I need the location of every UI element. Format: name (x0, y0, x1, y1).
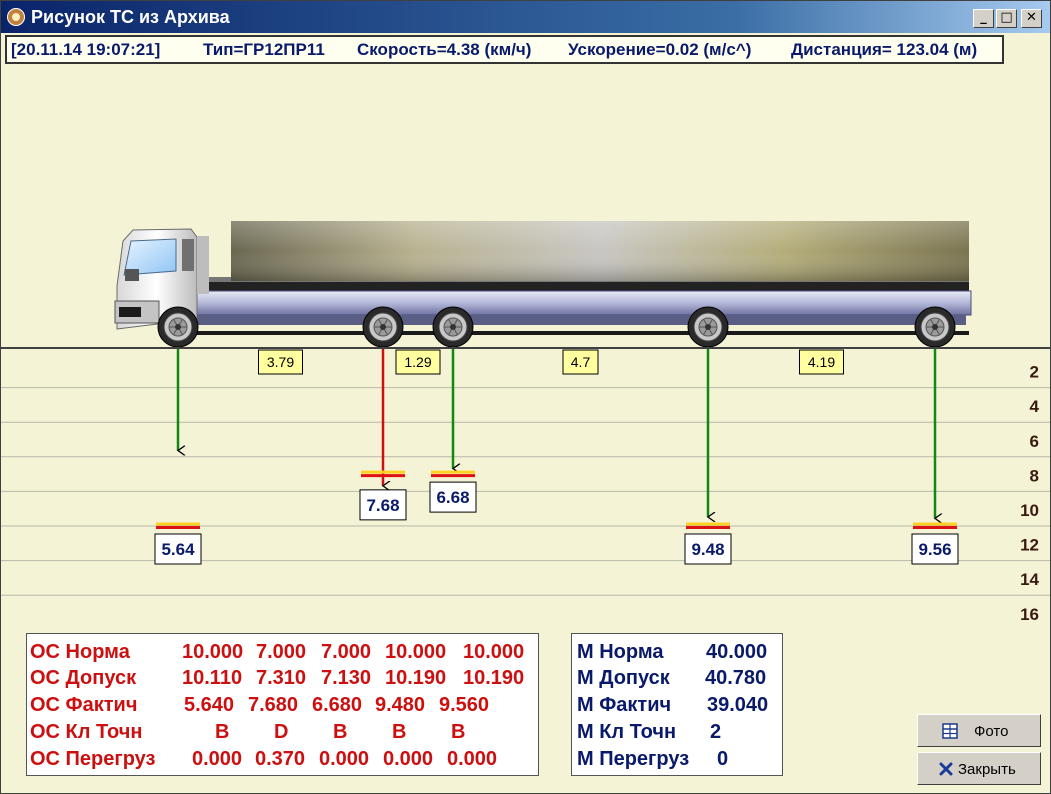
scale-label: 10 (1020, 501, 1039, 520)
axle-spacing: 1.29 (395, 349, 441, 375)
photo-button[interactable]: Фото (917, 714, 1041, 747)
axle-spacing: 4.7 (562, 349, 599, 375)
axle-accuracy-class-label: ОС Кл Точн (30, 721, 143, 743)
photo-button-label: Фото (974, 723, 1009, 740)
mass-actual-label: М Фактич (577, 694, 672, 716)
mass-overload-label: М Перегруз (577, 748, 690, 770)
axle-accuracy-class-value: B (333, 721, 348, 743)
axle-accuracy-class-value: B (451, 721, 466, 743)
vehicle-load-diagram: 2 4 6 8 10 12 14 16 3.79 1.29 4.7 4.19 5.64 7.68 6.6… (1, 221, 1050, 626)
scale-grid (1, 350, 1050, 626)
axle-overload-value: 0.000 (447, 748, 498, 770)
mass-accuracy-class-value: 2 (710, 721, 722, 743)
axle-load-table: ОС Норма ОС Допуск ОС Фактич ОС Кл Точн … (26, 633, 539, 776)
axle-load-value: 7.68 (366, 496, 399, 515)
axle-load-value: 6.68 (436, 488, 469, 507)
axle-norm-value: 10.000 (463, 641, 525, 663)
mass-overload-value: 0 (717, 748, 729, 770)
axle-tolerance-value: 10.190 (385, 667, 447, 689)
svg-text:1.29: 1.29 (404, 354, 431, 370)
close-button[interactable]: Закрыть (917, 752, 1041, 785)
axle-norm-value: 7.000 (256, 641, 307, 663)
mass-table: М Норма М Допуск М Фактич М Кл Точн М Пе… (571, 633, 783, 776)
mass-norm-label: М Норма (577, 641, 664, 663)
axle-overload-value: 0.370 (255, 748, 306, 770)
axle-accuracy-class-value: D (274, 721, 289, 743)
axle-load-value: 9.48 (691, 540, 724, 559)
axle-norm-value: 10.000 (385, 641, 447, 663)
scale-label: 14 (1020, 570, 1039, 589)
axle-tolerance-label: ОС Допуск (30, 667, 137, 689)
axle-actual-value: 7.680 (248, 694, 299, 716)
scale-label: 4 (1030, 397, 1040, 416)
mass-accuracy-class-label: М Кл Точн (577, 721, 677, 743)
scale-label: 6 (1030, 432, 1039, 451)
svg-text:4.7: 4.7 (571, 354, 591, 370)
axle-actual-value: 9.560 (439, 694, 490, 716)
wheel (157, 306, 199, 348)
axle-norm-label: ОС Норма (30, 641, 130, 663)
axle-spacing: 4.19 (799, 349, 844, 375)
svg-text:4.19: 4.19 (808, 354, 835, 370)
mass-norm-value: 40.000 (706, 641, 768, 663)
axle-tolerance-value: 7.310 (256, 667, 307, 689)
wheel (362, 306, 404, 348)
axle-actual-value: 5.640 (184, 694, 235, 716)
mass-actual-value: 39.040 (707, 694, 769, 716)
axle-tolerance-value: 10.190 (463, 667, 525, 689)
axle-norm-value: 7.000 (321, 641, 372, 663)
close-button-label: Закрыть (958, 761, 1016, 778)
axle-actual-label: ОС Фактич (30, 694, 138, 716)
scale-label: 8 (1030, 466, 1039, 485)
wheel (432, 306, 474, 348)
trailer-frame (160, 290, 972, 316)
axle-norm-value: 10.000 (182, 641, 244, 663)
axle-actual-value: 9.480 (375, 694, 426, 716)
close-x-icon (939, 762, 953, 776)
mass-tolerance-label: М Допуск (577, 667, 670, 689)
axle-overload-value: 0.000 (319, 748, 370, 770)
grid-icon (942, 723, 958, 739)
axle-overload-label: ОС Перегруз (30, 748, 156, 770)
axle-overload-value: 0.000 (192, 748, 243, 770)
axle-actual-value: 6.680 (312, 694, 363, 716)
axle-tolerance-value: 10.110 (182, 667, 243, 689)
axle-accuracy-class-value: B (392, 721, 407, 743)
scale-label: 2 (1030, 363, 1039, 382)
axle-load-value: 5.64 (161, 540, 195, 559)
truck-drawing (114, 221, 972, 335)
axle-tolerance-value: 7.130 (321, 667, 372, 689)
svg-text:3.79: 3.79 (267, 354, 294, 370)
scale-label: 12 (1020, 536, 1039, 555)
axle-load-value: 9.56 (918, 540, 951, 559)
scale-label: 16 (1020, 605, 1039, 624)
mass-tolerance-value: 40.780 (705, 667, 767, 689)
archive-window: Рисунок ТС из Архива _ □ ✕ [20.11.14 19:… (0, 0, 1051, 794)
axle-overload-value: 0.000 (383, 748, 434, 770)
axle-spacing: 3.79 (258, 349, 303, 375)
wheel (687, 306, 729, 348)
wheel (914, 306, 956, 348)
axle-accuracy-class-value: B (215, 721, 230, 743)
